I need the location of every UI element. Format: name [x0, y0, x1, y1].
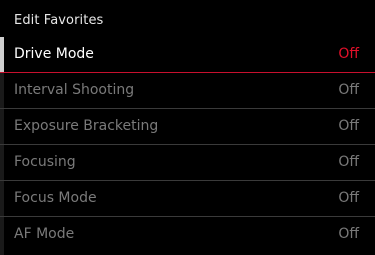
- menu-item-value: Off: [338, 154, 359, 170]
- menu-item-focus-mode[interactable]: Focus Mode Off: [0, 181, 375, 217]
- menu-item-label: Focus Mode: [14, 190, 97, 206]
- menu-item-drive-mode[interactable]: Drive Mode Off: [0, 37, 375, 73]
- menu-item-value: Off: [338, 46, 359, 62]
- menu-item-af-mode[interactable]: AF Mode Off: [0, 217, 375, 253]
- menu-item-value: Off: [338, 190, 359, 206]
- menu-item-label: Drive Mode: [14, 46, 94, 62]
- menu-item-label: Interval Shooting: [14, 82, 135, 98]
- menu-item-focusing[interactable]: Focusing Off: [0, 145, 375, 181]
- page-title: Edit Favorites: [14, 13, 104, 28]
- menu-item-value: Off: [338, 118, 359, 134]
- favorites-menu-list: Drive Mode Off Interval Shooting Off Exp…: [0, 37, 375, 253]
- menu-item-value: Off: [338, 82, 359, 98]
- edit-favorites-screen: Edit Favorites Drive Mode Off Interval S…: [0, 0, 375, 255]
- menu-item-value: Off: [338, 226, 359, 242]
- menu-item-exposure-bracketing[interactable]: Exposure Bracketing Off: [0, 109, 375, 145]
- menu-item-label: Focusing: [14, 154, 76, 170]
- menu-item-label: Exposure Bracketing: [14, 118, 159, 134]
- menu-item-interval-shooting[interactable]: Interval Shooting Off: [0, 73, 375, 109]
- menu-item-label: AF Mode: [14, 226, 75, 242]
